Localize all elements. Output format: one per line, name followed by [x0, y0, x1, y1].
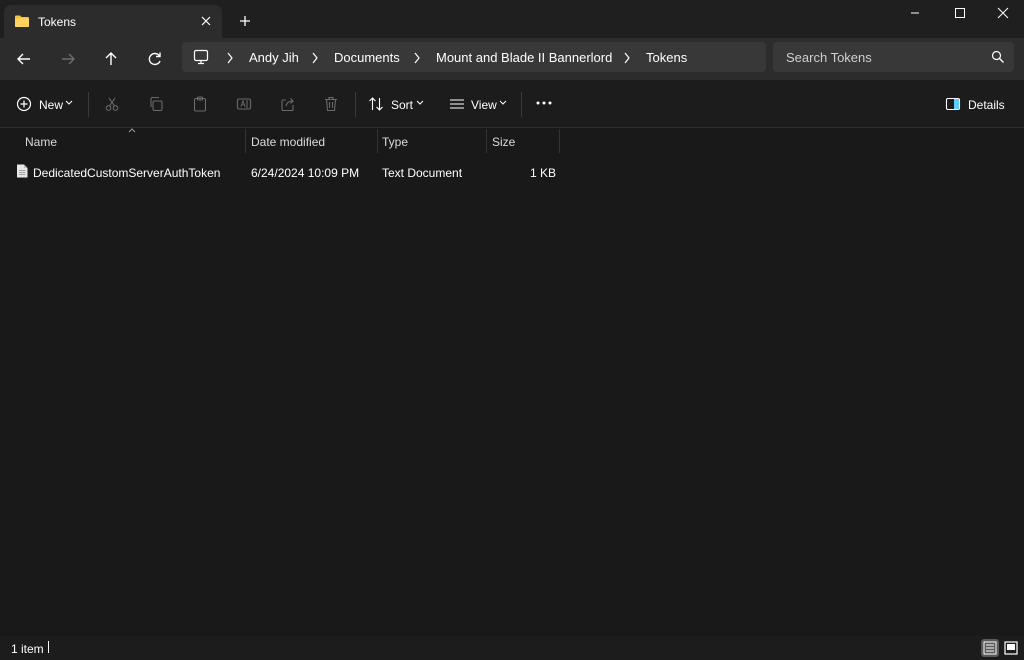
chevron-right-icon[interactable]: [226, 52, 234, 64]
file-size: 1 KB: [530, 166, 557, 180]
window-close-icon[interactable]: [989, 6, 1019, 20]
search-icon[interactable]: [991, 50, 1005, 64]
share-icon[interactable]: [280, 96, 296, 112]
breadcrumb-andy-jih[interactable]: Andy Jih: [249, 50, 299, 65]
column-header-date-modified[interactable]: Date modified: [251, 128, 325, 153]
delete-icon[interactable]: [323, 96, 339, 112]
view-button[interactable]: View: [471, 98, 497, 112]
paste-icon[interactable]: [192, 96, 208, 112]
toolbar-divider: [88, 92, 89, 117]
column-divider[interactable]: [486, 129, 487, 153]
navigation-bar: Andy Jih Documents Mount and Blade II Ba…: [0, 38, 1024, 80]
item-count: 1 item: [11, 642, 44, 656]
breadcrumb-tokens[interactable]: Tokens: [646, 50, 687, 65]
chevron-right-icon[interactable]: [413, 52, 421, 64]
column-header-type[interactable]: Type: [382, 128, 408, 153]
toolbar-divider: [355, 92, 356, 117]
chevron-down-icon[interactable]: [499, 100, 507, 106]
details-view-toggle-icon[interactable]: [981, 639, 999, 657]
file-date-modified: 6/24/2024 10:09 PM: [251, 166, 360, 180]
forward-arrow-icon[interactable]: [58, 50, 78, 68]
file-row[interactable]: DedicatedCustomServerAuthToken 6/24/2024…: [10, 160, 560, 184]
details-button[interactable]: Details: [968, 98, 1005, 112]
tab-title: Tokens: [38, 15, 77, 29]
column-header-size[interactable]: Size: [492, 128, 515, 153]
minimize-icon[interactable]: [900, 6, 930, 20]
folder-icon: [14, 14, 30, 28]
text-document-icon: [16, 164, 28, 178]
chevron-right-icon[interactable]: [623, 52, 631, 64]
copy-icon[interactable]: [148, 96, 164, 112]
new-plus-circle-icon[interactable]: [16, 96, 32, 112]
command-bar: New Sort View Details: [0, 80, 1024, 128]
up-arrow-icon[interactable]: [101, 50, 121, 68]
file-type: Text Document: [382, 166, 463, 180]
column-divider[interactable]: [245, 129, 246, 153]
sort-arrows-icon[interactable]: [368, 96, 384, 112]
chevron-down-icon[interactable]: [65, 100, 73, 106]
title-bar: Tokens: [0, 0, 1024, 38]
this-pc-icon[interactable]: [193, 49, 209, 65]
file-name[interactable]: DedicatedCustomServerAuthToken: [33, 166, 220, 180]
more-options-icon[interactable]: [536, 101, 552, 105]
refresh-icon[interactable]: [145, 50, 165, 68]
rename-icon[interactable]: [236, 96, 252, 112]
status-divider: [48, 641, 49, 653]
cut-icon[interactable]: [104, 96, 120, 112]
tab-tokens[interactable]: Tokens: [4, 5, 222, 38]
column-header-name[interactable]: Name: [25, 128, 57, 153]
view-lines-icon[interactable]: [449, 96, 465, 112]
status-bar: 1 item: [0, 636, 1024, 660]
close-tab-icon[interactable]: [199, 14, 213, 28]
details-pane-icon[interactable]: [945, 96, 961, 112]
chevron-right-icon[interactable]: [311, 52, 319, 64]
new-button[interactable]: New: [39, 98, 63, 112]
sort-button[interactable]: Sort: [391, 98, 413, 112]
chevron-down-icon[interactable]: [416, 100, 424, 106]
search-placeholder: Search Tokens: [786, 50, 872, 65]
back-arrow-icon[interactable]: [14, 50, 34, 68]
large-icons-view-toggle-icon[interactable]: [1002, 639, 1020, 657]
search-input[interactable]: Search Tokens: [773, 42, 1014, 72]
breadcrumb-documents[interactable]: Documents: [334, 50, 400, 65]
toolbar-divider: [521, 92, 522, 117]
new-tab-plus-icon[interactable]: [238, 14, 252, 28]
column-divider[interactable]: [559, 129, 560, 153]
address-bar[interactable]: Andy Jih Documents Mount and Blade II Ba…: [182, 42, 766, 72]
sort-ascending-caret-icon: [127, 127, 137, 133]
column-divider[interactable]: [377, 129, 378, 153]
breadcrumb-mount-and-blade[interactable]: Mount and Blade II Bannerlord: [436, 50, 612, 65]
maximize-icon[interactable]: [945, 6, 975, 20]
